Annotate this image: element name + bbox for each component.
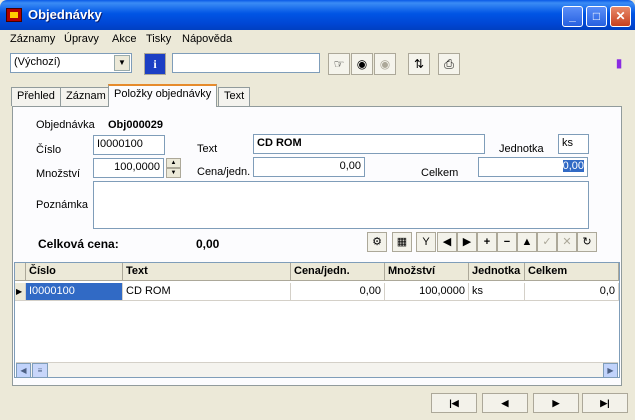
- tools-icon[interactable]: ⚙: [367, 232, 387, 252]
- row-indicator-header: [15, 263, 26, 281]
- find-icon[interactable]: ☞: [328, 53, 350, 75]
- menu-zaznamy[interactable]: Záznamy: [10, 33, 55, 45]
- celkem-label: Celkem: [421, 167, 459, 179]
- close-button[interactable]: ✕: [610, 6, 631, 27]
- minimize-button[interactable]: _: [562, 6, 583, 27]
- menu-napoveda[interactable]: Nápověda: [182, 33, 232, 45]
- total-label: Celková cena:: [38, 237, 119, 251]
- delete-record-icon[interactable]: −: [497, 232, 517, 252]
- column-header-jednotka[interactable]: Jednotka: [469, 263, 525, 281]
- next-record-button[interactable]: ▶: [533, 393, 579, 413]
- objednavka-value: Obj000029: [108, 119, 164, 131]
- exit-icon[interactable]: ▮: [608, 53, 630, 75]
- poznamka-label: Poznámka: [36, 199, 88, 211]
- text-field[interactable]: CD ROM: [253, 134, 485, 154]
- confirm-icon[interactable]: ✓: [537, 232, 557, 252]
- mnozstvi-label: Množství: [36, 168, 81, 180]
- add-record-icon[interactable]: +: [477, 232, 497, 252]
- menu-tisky[interactable]: Tisky: [146, 33, 171, 45]
- table-cell-cena[interactable]: 0,00: [291, 283, 385, 301]
- tab-prehled[interactable]: Přehled: [11, 87, 61, 106]
- column-header-celkem[interactable]: Celkem: [525, 263, 619, 281]
- current-row-icon: ▶: [15, 283, 26, 301]
- jednotka-label: Jednotka: [499, 143, 544, 155]
- view-select[interactable]: (Výchozí) ▼: [10, 53, 132, 73]
- spin-up-icon[interactable]: ▲: [166, 158, 181, 168]
- last-record-button[interactable]: ▶|: [582, 393, 628, 413]
- horizontal-scrollbar[interactable]: ◀ ≡ ▶: [16, 362, 618, 378]
- menu-akce[interactable]: Akce: [112, 33, 136, 45]
- tab-polozky-objednavky[interactable]: Položky objednávky: [108, 84, 218, 107]
- app-icon: [6, 8, 22, 22]
- table-cell-text[interactable]: CD ROM: [123, 283, 291, 301]
- column-header-mnozstvi[interactable]: Množství: [385, 263, 469, 281]
- table-cell-cislo[interactable]: I0000100: [26, 283, 123, 301]
- view-select-value: (Výchozí): [14, 56, 61, 68]
- chevron-down-icon[interactable]: ▼: [114, 55, 130, 71]
- items-grid[interactable]: Číslo Text Cena/jedn. Množství Jednotka …: [14, 262, 620, 378]
- filter-icon[interactable]: Y: [416, 232, 436, 252]
- column-header-text[interactable]: Text: [123, 263, 291, 281]
- refresh-icon[interactable]: ↻: [577, 232, 597, 252]
- print-icon[interactable]: ⎙: [438, 53, 460, 75]
- menu-upravy[interactable]: Úpravy: [64, 33, 99, 45]
- tab-zaznam[interactable]: Záznam: [60, 87, 112, 106]
- menu-bar: Záznamy Úpravy Akce Tisky Nápověda: [0, 30, 635, 48]
- objednavka-label: Objednávka: [36, 119, 95, 131]
- window-title: Objednávky: [28, 7, 102, 22]
- cancel-icon[interactable]: ✕: [557, 232, 577, 252]
- maximize-button[interactable]: □: [586, 6, 607, 27]
- first-record-button[interactable]: |◀: [431, 393, 477, 413]
- column-header-cena[interactable]: Cena/jedn.: [291, 263, 385, 281]
- previous-record-button[interactable]: ◀: [482, 393, 528, 413]
- celkem-field[interactable]: 0,00: [478, 157, 588, 177]
- total-value: 0,00: [196, 237, 220, 251]
- edit-record-icon[interactable]: ▲: [517, 232, 537, 252]
- table-cell-jednotka[interactable]: ks: [469, 283, 525, 301]
- cislo-label: Číslo: [36, 144, 62, 156]
- cena-field[interactable]: 0,00: [253, 157, 365, 177]
- globe-icon[interactable]: ◉: [351, 53, 373, 75]
- prev-record-icon[interactable]: ◀: [437, 232, 457, 252]
- grid-icon[interactable]: ▦: [392, 232, 412, 252]
- tab-text[interactable]: Text: [218, 87, 251, 106]
- scroll-right-icon[interactable]: ▶: [603, 363, 618, 378]
- mnozstvi-field[interactable]: 100,0000: [93, 158, 164, 178]
- next-record-icon[interactable]: ▶: [457, 232, 477, 252]
- table-cell-celkem[interactable]: 0,0: [525, 283, 619, 301]
- jednotka-field[interactable]: ks: [558, 134, 589, 154]
- transfer-icon[interactable]: ⇅: [408, 53, 430, 75]
- cena-label: Cena/jedn.: [197, 166, 251, 178]
- cislo-field[interactable]: I0000100: [93, 135, 165, 155]
- table-cell-mnozstvi[interactable]: 100,0000: [385, 283, 469, 301]
- celkem-value: 0,00: [562, 160, 584, 172]
- globe-disabled-icon[interactable]: ◉: [374, 53, 396, 75]
- scroll-left-icon[interactable]: ◀: [16, 363, 31, 378]
- scroll-thumb[interactable]: ≡: [32, 363, 48, 378]
- text-label: Text: [197, 143, 218, 155]
- info-icon[interactable]: i: [144, 53, 166, 75]
- column-header-cislo[interactable]: Číslo: [26, 263, 123, 281]
- poznamka-field[interactable]: [93, 181, 589, 229]
- spin-down-icon[interactable]: ▼: [166, 168, 181, 178]
- search-input[interactable]: [172, 53, 320, 73]
